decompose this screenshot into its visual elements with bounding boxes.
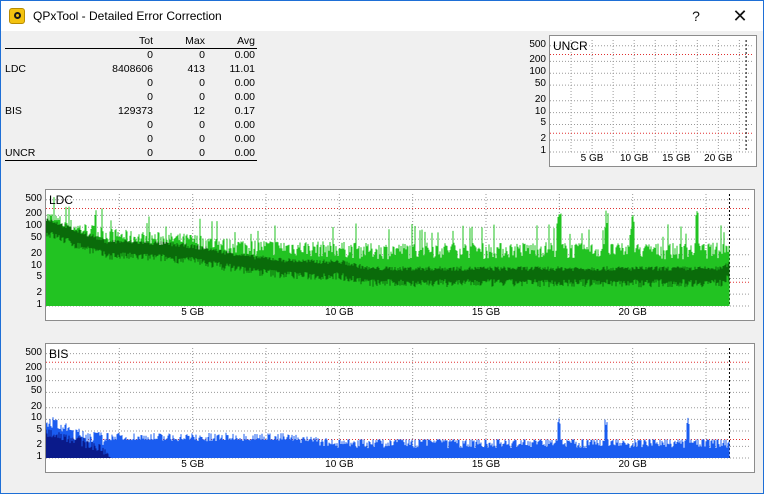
x-tick-label: 5 GB — [181, 459, 205, 470]
x-tick-label: 15 GB — [471, 459, 501, 470]
stats-tot: 8408606 — [112, 63, 153, 75]
y-tick-label: 10 — [30, 259, 42, 271]
stats-max: 413 — [187, 63, 205, 75]
y-tick-label: 200 — [25, 362, 42, 374]
stats-tot: 0 — [147, 91, 153, 103]
x-tick-label: 20 GB — [618, 307, 647, 318]
stats-label: BIS — [5, 105, 22, 117]
chart-title: BIS — [49, 347, 69, 361]
help-button[interactable]: ? — [673, 1, 719, 31]
stats-header-row: Tot Max Avg — [5, 35, 257, 49]
window-title: QPxTool - Detailed Error Correction — [33, 9, 222, 23]
stats-max: 0 — [199, 119, 205, 131]
y-tick-label: 10 — [30, 412, 42, 424]
y-tick-label: 200 — [529, 54, 546, 66]
y-tick-label: 10 — [534, 105, 546, 117]
y-tick-label: 50 — [30, 385, 42, 397]
stats-avg: 0.00 — [234, 49, 255, 61]
stats-avg: 11.01 — [229, 63, 256, 75]
y-tick-label: 100 — [25, 373, 42, 385]
y-tick-label: 100 — [529, 66, 546, 78]
stats-label: UNCR — [5, 147, 36, 159]
stats-avg: 0.00 — [234, 147, 255, 159]
stats-table: Tot Max Avg 0 0 0.00 LDC 8408606 413 11.01 0 0 0.… — [5, 35, 257, 161]
title-bar[interactable]: QPxTool - Detailed Error Correction ? ✕ — [1, 1, 763, 31]
x-tick-label: 15 GB — [471, 307, 501, 318]
stats-tot: 0 — [147, 119, 153, 131]
y-tick-label: 5 — [36, 271, 42, 283]
stats-row: 0 0 0.00 — [5, 91, 257, 105]
stats-tot: 0 — [147, 133, 153, 145]
y-tick-label: 2 — [36, 287, 42, 299]
x-tick-label: 5 GB — [580, 153, 604, 164]
bis-bars — [46, 417, 730, 458]
y-tick-label: 1 — [36, 451, 42, 462]
x-tick-label: 20 GB — [704, 153, 733, 164]
stats-avg: 0.00 — [234, 133, 255, 145]
y-tick-label: 50 — [534, 78, 546, 90]
y-tick-label: 500 — [529, 38, 546, 50]
y-tick-label: 200 — [25, 208, 42, 220]
y-tick-label: 500 — [25, 192, 42, 204]
stats-max: 0 — [199, 133, 205, 145]
close-button[interactable]: ✕ — [717, 1, 763, 31]
bis-chart: 500 200 100 50 20 10 5 2 1 5 GB 10 GB 15 GB 20 GB BIS — [25, 343, 755, 473]
stats-row: 0 0 0.00 — [5, 133, 257, 147]
stats-max: 0 — [199, 49, 205, 61]
x-tick-label: 20 GB — [618, 459, 647, 470]
header-avg: Avg — [237, 35, 255, 47]
stats-avg: 0.00 — [234, 119, 255, 131]
stats-avg: 0.17 — [234, 105, 255, 117]
stats-tot: 129373 — [117, 105, 153, 117]
stats-row: 0 0 0.00 — [5, 77, 257, 91]
stats-max: 0 — [199, 77, 205, 89]
stats-tot: 0 — [147, 49, 153, 61]
y-tick-label: 2 — [36, 439, 42, 451]
y-tick-label: 5 — [540, 117, 546, 129]
x-tick-label: 10 GB — [619, 153, 649, 164]
y-tick-label: 5 — [36, 423, 42, 435]
y-tick-label: 2 — [540, 133, 546, 145]
qpxtool-app-icon — [9, 8, 25, 24]
stats-row: LDC 8408606 413 11.01 — [5, 63, 257, 77]
ldc-chart: 500 200 100 50 20 10 5 2 1 5 GB 10 GB 15 GB 20 GB LDC — [25, 189, 755, 321]
chart-title: UNCR — [553, 39, 588, 53]
stats-row: BIS 129373 12 0.17 — [5, 105, 257, 119]
y-tick-label: 1 — [540, 145, 546, 156]
y-tick-label: 20 — [30, 247, 42, 259]
uncr-plot-svg — [550, 40, 752, 153]
x-tick-label: 15 GB — [662, 153, 691, 164]
uncr-chart: 500 200 100 50 20 10 5 2 1 5 GB 10 GB 15 GB 20 GB UNC… — [529, 35, 757, 167]
x-tick-label: 10 GB — [325, 307, 354, 318]
chart-title: LDC — [49, 193, 74, 207]
stats-label: LDC — [5, 63, 27, 75]
x-tick-label: 10 GB — [325, 459, 354, 470]
stats-avg: 0.00 — [234, 77, 255, 89]
y-tick-label: 1 — [36, 299, 42, 310]
stats-row: 0 0 0.00 — [5, 49, 257, 63]
header-tot: Tot — [138, 35, 153, 47]
y-tick-label: 50 — [30, 232, 42, 244]
bis-plot-svg — [46, 348, 750, 459]
stats-tot: 0 — [147, 147, 153, 159]
y-tick-label: 20 — [534, 93, 546, 105]
stats-row: UNCR 0 0 0.00 — [5, 147, 257, 161]
stats-tot: 0 — [147, 77, 153, 89]
header-max: Max — [185, 35, 205, 47]
stats-max: 0 — [199, 91, 205, 103]
y-tick-label: 500 — [25, 346, 42, 358]
ldc-plot-svg — [46, 194, 750, 307]
stats-max: 12 — [193, 105, 205, 117]
qpxtool-window: QPxTool - Detailed Error Correction ? ✕ … — [0, 0, 764, 494]
y-tick-label: 20 — [30, 400, 42, 412]
stats-max: 0 — [199, 147, 205, 159]
x-tick-label: 5 GB — [181, 307, 205, 318]
stats-row: 0 0 0.00 — [5, 119, 257, 133]
y-tick-label: 100 — [25, 220, 42, 232]
stats-avg: 0.00 — [234, 91, 255, 103]
